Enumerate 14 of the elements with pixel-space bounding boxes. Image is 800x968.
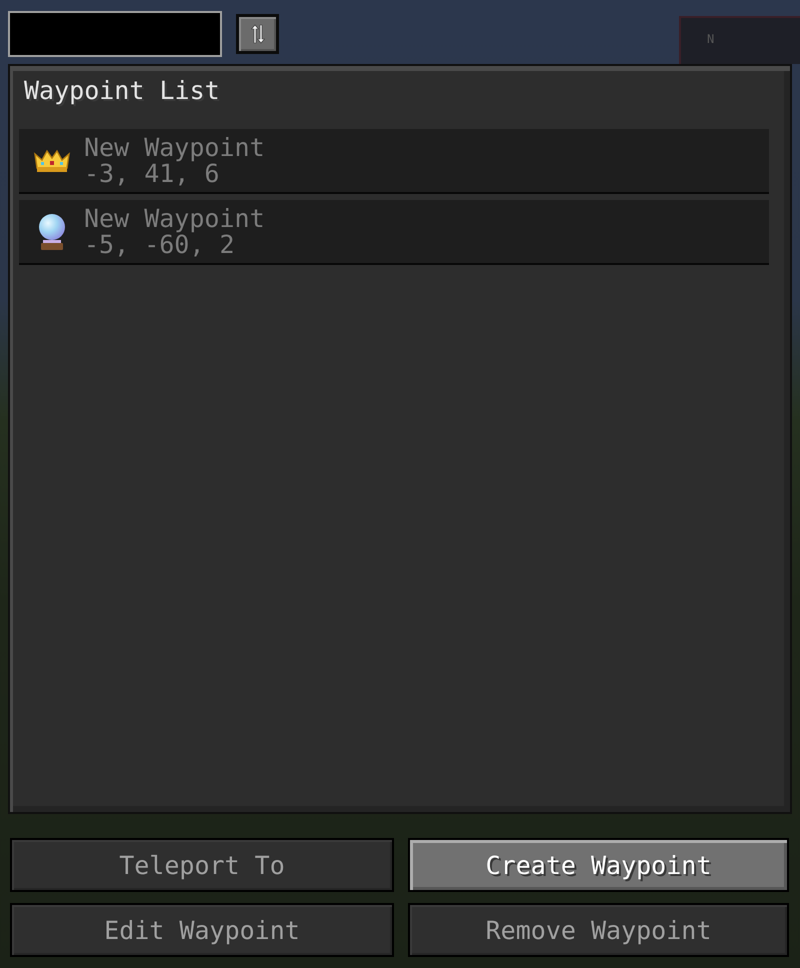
compass-heading: N bbox=[707, 32, 714, 46]
action-button[interactable]: Create Waypoint bbox=[408, 838, 789, 892]
waypoint-row[interactable]: New Waypoint -3, 41, 6 bbox=[19, 129, 769, 194]
crystal-ball-icon bbox=[38, 214, 66, 250]
search-field[interactable] bbox=[8, 11, 222, 57]
waypoint-name: New Waypoint bbox=[84, 206, 265, 232]
panel-title: Waypoint List bbox=[23, 77, 221, 105]
waypoint-name: New Waypoint bbox=[84, 134, 265, 160]
sort-button[interactable] bbox=[236, 14, 279, 54]
waypoint-coordinates: -3, 41, 6 bbox=[84, 160, 220, 186]
waypoint-coordinates: -5, -60, 2 bbox=[84, 232, 235, 258]
crown-icon bbox=[34, 148, 70, 172]
waypoint-row[interactable]: New Waypoint -5, -60, 2 bbox=[19, 200, 769, 265]
sort-arrows-icon bbox=[250, 24, 264, 44]
